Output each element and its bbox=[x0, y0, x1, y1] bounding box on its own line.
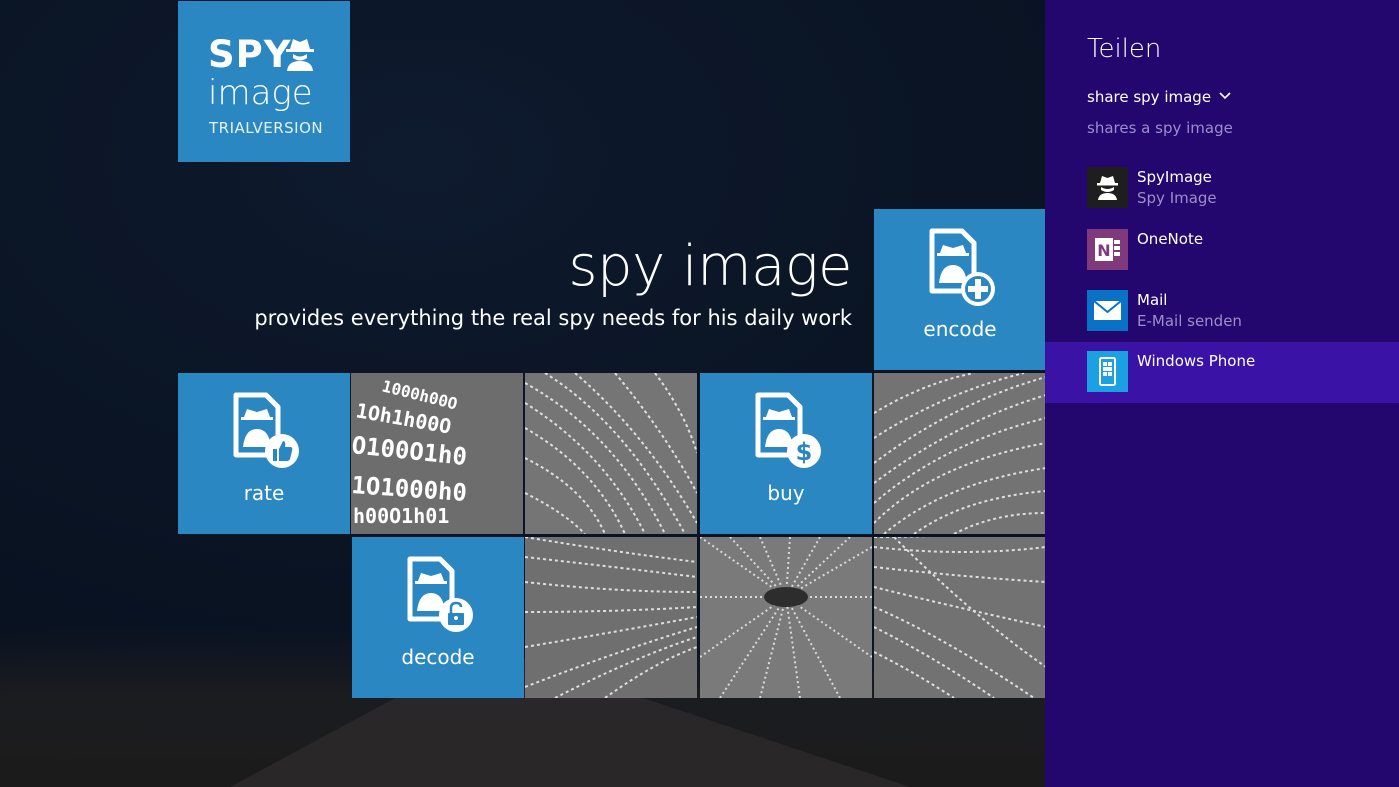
spy-icon bbox=[1087, 167, 1128, 208]
decode-unlock-icon bbox=[407, 556, 473, 632]
share-target-name: Windows Phone bbox=[1137, 352, 1256, 370]
share-app-name: share spy image bbox=[1087, 88, 1212, 106]
encode-image-icon bbox=[929, 228, 995, 306]
hero-subtitle: provides everything the real spy needs f… bbox=[254, 306, 852, 330]
share-target-onenote[interactable]: N OneNote bbox=[1045, 220, 1399, 281]
chevron-down-icon bbox=[1219, 92, 1231, 100]
buy-label: buy bbox=[767, 481, 805, 505]
share-title: Teilen bbox=[1087, 34, 1162, 64]
share-target-name: OneNote bbox=[1137, 230, 1204, 248]
onenote-icon: N bbox=[1087, 229, 1128, 270]
spy-image-app: SPY image TRIALVERSION spy image provide… bbox=[0, 0, 1045, 787]
svg-text:h00O1h01: h00O1h01 bbox=[353, 504, 449, 528]
windows-phone-icon bbox=[1087, 351, 1128, 392]
share-charm-panel: Teilen share spy image shares a spy imag… bbox=[1045, 0, 1399, 787]
logo-trial-text: TRIALVERSION bbox=[209, 119, 324, 137]
decode-tile[interactable]: decode bbox=[352, 537, 524, 698]
encode-label: encode bbox=[923, 317, 997, 341]
share-target-name: SpyImage bbox=[1137, 168, 1212, 186]
share-app-dropdown[interactable]: share spy image bbox=[1087, 88, 1231, 106]
rate-thumbs-up-icon bbox=[233, 392, 299, 468]
hero-title: spy image bbox=[568, 234, 852, 299]
binary-decor-tile bbox=[874, 373, 1045, 534]
share-target-subtitle: Spy Image bbox=[1137, 189, 1217, 207]
binary-decor-tile bbox=[525, 373, 697, 534]
share-target-mail[interactable]: Mail E-Mail senden bbox=[1045, 281, 1399, 342]
rate-label: rate bbox=[243, 481, 285, 505]
rate-tile[interactable]: rate bbox=[178, 373, 350, 534]
decode-label: decode bbox=[401, 645, 475, 669]
spy-icon bbox=[286, 39, 314, 71]
logo-image-text: image bbox=[208, 73, 313, 113]
share-target-subtitle: E-Mail senden bbox=[1137, 312, 1242, 330]
buy-tile[interactable]: $ buy bbox=[700, 373, 872, 534]
mail-icon bbox=[1087, 290, 1128, 331]
app-logo-tile: SPY image TRIALVERSION bbox=[178, 1, 350, 162]
encode-tile[interactable]: encode bbox=[874, 209, 1045, 370]
binary-decor-tile bbox=[525, 537, 697, 698]
share-target-spyimage[interactable]: SpyImage Spy Image bbox=[1045, 158, 1399, 219]
share-description: shares a spy image bbox=[1087, 119, 1233, 137]
buy-dollar-icon: $ bbox=[755, 392, 821, 468]
logo-spy-text: SPY bbox=[208, 33, 292, 76]
share-target-windows-phone[interactable]: Windows Phone bbox=[1045, 342, 1399, 403]
svg-text:$: $ bbox=[796, 438, 813, 466]
binary-decor-tile bbox=[874, 537, 1045, 698]
svg-text:N: N bbox=[1097, 241, 1110, 260]
share-target-name: Mail bbox=[1137, 291, 1168, 309]
binary-decor-tile bbox=[700, 537, 872, 698]
binary-decor-tile: 1000h00O 1Oh1h00O O100O1h0 1O1000h0 h00O… bbox=[351, 373, 523, 534]
